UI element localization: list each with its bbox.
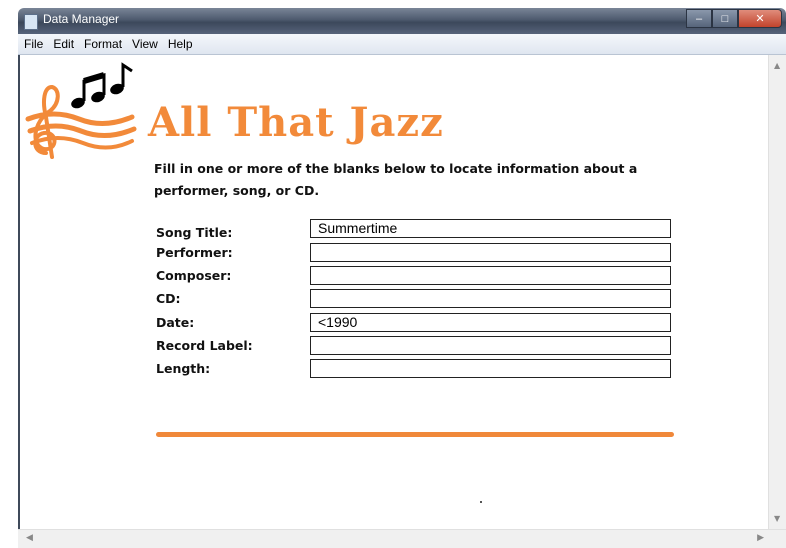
composer-label: Composer: [156,268,232,283]
scroll-up-icon[interactable]: ▲ [774,61,780,70]
horizontal-scrollbar[interactable]: ◀ ▶ [18,529,786,548]
app-icon [24,14,38,30]
menu-format[interactable]: Format [79,37,127,51]
menu-bar: File Edit Format View Help [18,34,786,55]
window-controls: – □ ✕ [686,9,782,28]
stray-dot [480,501,482,503]
title-bar[interactable]: Data Manager – □ ✕ [18,8,786,34]
composer-input[interactable] [310,266,671,285]
performer-label: Performer: [156,245,233,260]
maximize-icon: □ [721,12,729,25]
treble-clef-music-notes-logo [25,62,137,159]
scroll-down-icon[interactable]: ▼ [774,514,780,523]
menu-edit[interactable]: Edit [48,37,79,51]
cd-input[interactable] [310,289,671,308]
window-title: Data Manager [43,12,120,26]
orange-divider [156,432,674,437]
length-input[interactable] [310,359,671,378]
minimize-icon: – [695,12,703,25]
menu-view[interactable]: View [127,37,163,51]
scroll-right-icon[interactable]: ▶ [757,533,764,543]
cd-label: CD: [156,291,181,306]
date-input[interactable]: <1990 [310,313,671,332]
app-heading: All That Jazz [148,99,444,146]
length-label: Length: [156,361,211,376]
menu-help[interactable]: Help [163,37,198,51]
song-title-label: Song Title: [156,225,233,240]
instructions-text: Fill in one or more of the blanks below … [154,161,638,198]
song-title-input[interactable]: Summertime [310,219,671,238]
minimize-button[interactable]: – [686,9,712,28]
close-button[interactable]: ✕ [738,9,782,28]
performer-input[interactable] [310,243,671,262]
close-icon: ✕ [755,13,765,25]
record-label-label: Record Label: [156,338,253,353]
record-label-input[interactable] [310,336,671,355]
menu-file[interactable]: File [18,37,48,51]
scroll-left-icon[interactable]: ◀ [26,533,33,543]
app-window: Data Manager – □ ✕ File Edit Format View… [18,8,786,548]
content-area: All That Jazz Fill in one or more of the… [18,55,771,529]
date-label: Date: [156,315,195,330]
maximize-button[interactable]: □ [712,9,738,28]
vertical-scrollbar[interactable]: ▲ ▼ [768,55,786,529]
